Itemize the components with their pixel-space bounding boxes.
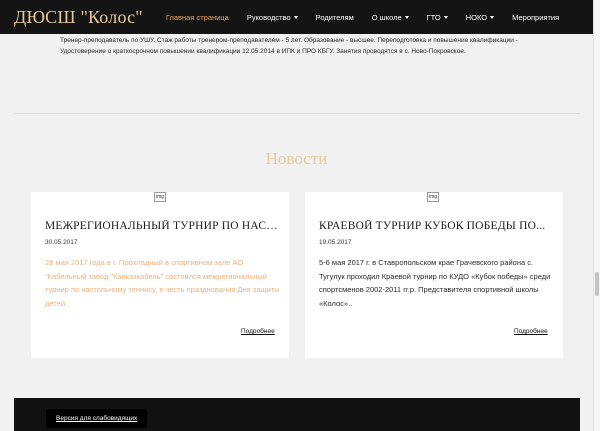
coach-info-line: Тренер-преподаватель по УШУ. Стаж работы… bbox=[60, 37, 518, 44]
read-more-link[interactable]: Подробнее bbox=[241, 328, 275, 335]
news-card: img КРАЕВОЙ ТУРНИР КУБОК ПОБЕДЫ ПО... 19… bbox=[305, 192, 563, 358]
nav-item-label: Родителям bbox=[315, 12, 354, 22]
vertical-scrollbar[interactable] bbox=[593, 0, 600, 431]
nav-item-management[interactable]: Руководство bbox=[238, 0, 307, 34]
top-navbar: ДЮСШ "Колос" Главная страница Руководств… bbox=[0, 0, 593, 34]
section-divider bbox=[14, 113, 580, 114]
news-excerpt: 5-6 мая 2017 г. в Ставропольском крае Гр… bbox=[319, 258, 551, 308]
news-excerpt: 28 мая 2017 года в г. Прохладный в спорт… bbox=[45, 258, 280, 308]
news-image-placeholder[interactable]: img bbox=[427, 192, 439, 202]
news-date: 19.05.2017 bbox=[319, 239, 352, 246]
read-more-link[interactable]: Подробнее bbox=[514, 328, 548, 335]
nav-item-noko[interactable]: НОКО bbox=[457, 0, 503, 34]
nav-item-gto[interactable]: ГТО bbox=[418, 0, 457, 34]
caret-down-icon bbox=[404, 15, 409, 19]
news-title[interactable]: МЕЖРЕГИОНАЛЬНЫЙ ТУРНИР ПО НАСТ... bbox=[45, 220, 280, 232]
nav-item-about[interactable]: О школе bbox=[363, 0, 418, 34]
coach-info-line: Удостоверение о краткосрочном повышении … bbox=[60, 47, 466, 55]
coach-info: Тренер-преподаватель по УШУ. Стаж работы… bbox=[60, 36, 546, 57]
nav-item-home[interactable]: Главная страница bbox=[157, 0, 238, 34]
main-nav: Главная страница Руководство Родителям О… bbox=[157, 0, 568, 34]
nav-item-parents[interactable]: Родителям bbox=[307, 0, 363, 34]
nav-item-label: О школе bbox=[371, 12, 402, 22]
footer: Версия для слабовидящих bbox=[14, 398, 580, 431]
caret-down-icon bbox=[293, 15, 298, 19]
nav-item-label: Главная страница bbox=[165, 12, 229, 22]
news-image-placeholder[interactable]: img bbox=[154, 192, 166, 202]
scrollbar-thumb[interactable] bbox=[595, 272, 599, 296]
nav-item-label: Руководство bbox=[246, 12, 291, 22]
news-section-title: Новости bbox=[265, 149, 328, 168]
nav-item-label: НОКО bbox=[465, 12, 488, 22]
accessibility-version-button[interactable]: Версия для слабовидящих bbox=[46, 409, 148, 428]
news-title[interactable]: КРАЕВОЙ ТУРНИР КУБОК ПОБЕДЫ ПО... bbox=[319, 220, 554, 232]
caret-down-icon bbox=[490, 15, 495, 19]
nav-item-events[interactable]: Мероприятия bbox=[503, 0, 568, 34]
caret-down-icon bbox=[443, 15, 448, 19]
news-date: 30.05.2017 bbox=[45, 239, 78, 246]
news-card: img МЕЖРЕГИОНАЛЬНЫЙ ТУРНИР ПО НАСТ... 30… bbox=[31, 192, 289, 358]
nav-item-label: ГТО bbox=[426, 12, 441, 22]
nav-item-label: Мероприятия bbox=[512, 12, 560, 22]
site-logo[interactable]: ДЮСШ "Колос" bbox=[14, 7, 143, 28]
